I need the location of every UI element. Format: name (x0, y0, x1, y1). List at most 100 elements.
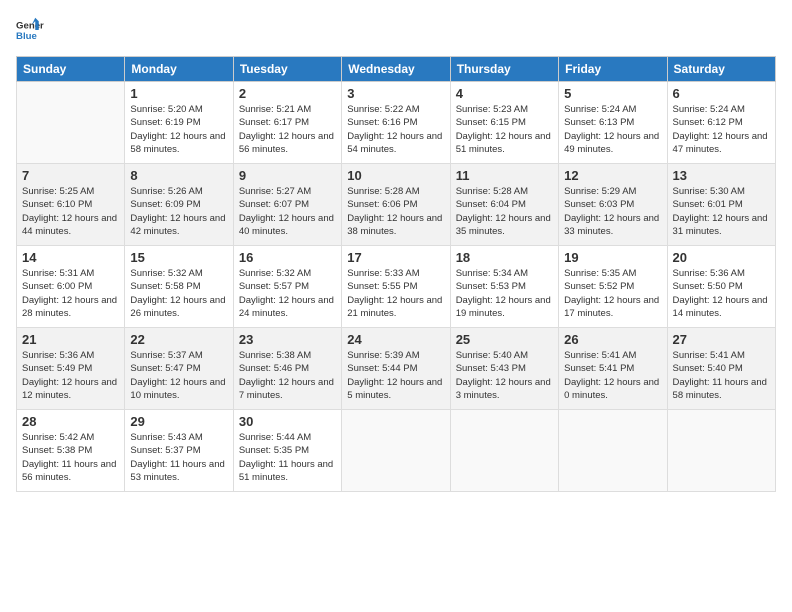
calendar-cell: 6Sunrise: 5:24 AMSunset: 6:12 PMDaylight… (667, 82, 775, 164)
day-info: Sunrise: 5:34 AMSunset: 5:53 PMDaylight:… (456, 267, 553, 320)
weekday-saturday: Saturday (667, 57, 775, 82)
calendar-cell: 9 Sunrise: 5:27 AMSunset: 6:07 PMDaylight… (233, 164, 341, 246)
calendar-cell (17, 82, 125, 164)
day-number: 25 (456, 332, 553, 347)
weekday-sunday: Sunday (17, 57, 125, 82)
day-info: Sunrise: 5:43 AMSunset: 5:37 PMDaylight:… (130, 431, 227, 484)
day-info: Sunrise: 5:36 AMSunset: 5:50 PMDaylight:… (673, 267, 770, 320)
calendar-week-row: 7 Sunrise: 5:25 AMSunset: 6:10 PMDaylight… (17, 164, 776, 246)
day-info: Sunrise: 5:24 AMSunset: 6:13 PMDaylight:… (564, 103, 661, 156)
calendar-cell: 10 Sunrise: 5:28 AMSunset: 6:06 PMDayligh… (342, 164, 450, 246)
svg-text:Blue: Blue (16, 31, 37, 42)
day-info: Sunrise: 5:27 AMSunset: 6:07 PMDaylight:… (239, 185, 336, 238)
day-info: Sunrise: 5:31 AMSunset: 6:00 PMDaylight:… (22, 267, 119, 320)
calendar-cell: 14 Sunrise: 5:31 AMSunset: 6:00 PMDayligh… (17, 246, 125, 328)
calendar-cell: 26 Sunrise: 5:41 AMSunset: 5:41 PMDayligh… (559, 328, 667, 410)
day-info: Sunrise: 5:20 AMSunset: 6:19 PMDaylight:… (130, 103, 227, 156)
day-info: Sunrise: 5:38 AMSunset: 5:46 PMDaylight:… (239, 349, 336, 402)
calendar-cell: 25 Sunrise: 5:40 AMSunset: 5:43 PMDayligh… (450, 328, 558, 410)
day-info: Sunrise: 5:30 AMSunset: 6:01 PMDaylight:… (673, 185, 770, 238)
day-number: 27 (673, 332, 770, 347)
day-number: 3 (347, 86, 444, 101)
calendar-cell (559, 410, 667, 492)
day-number: 12 (564, 168, 661, 183)
day-info: Sunrise: 5:41 AMSunset: 5:40 PMDaylight:… (673, 349, 770, 402)
calendar-cell (450, 410, 558, 492)
calendar-cell: 24 Sunrise: 5:39 AMSunset: 5:44 PMDayligh… (342, 328, 450, 410)
calendar-cell: 22 Sunrise: 5:37 AMSunset: 5:47 PMDayligh… (125, 328, 233, 410)
logo-icon: General Blue (16, 16, 44, 44)
calendar-cell: 16 Sunrise: 5:32 AMSunset: 5:57 PMDayligh… (233, 246, 341, 328)
weekday-wednesday: Wednesday (342, 57, 450, 82)
day-info: Sunrise: 5:33 AMSunset: 5:55 PMDaylight:… (347, 267, 444, 320)
day-info: Sunrise: 5:32 AMSunset: 5:58 PMDaylight:… (130, 267, 227, 320)
calendar-cell: 18Sunrise: 5:34 AMSunset: 5:53 PMDayligh… (450, 246, 558, 328)
day-info: Sunrise: 5:21 AMSunset: 6:17 PMDaylight:… (239, 103, 336, 156)
page: General Blue SundayMondayTuesdayWednesda… (0, 0, 792, 612)
day-info: Sunrise: 5:32 AMSunset: 5:57 PMDaylight:… (239, 267, 336, 320)
day-info: Sunrise: 5:28 AMSunset: 6:04 PMDaylight:… (456, 185, 553, 238)
calendar-cell: 20 Sunrise: 5:36 AMSunset: 5:50 PMDayligh… (667, 246, 775, 328)
day-number: 22 (130, 332, 227, 347)
weekday-tuesday: Tuesday (233, 57, 341, 82)
day-number: 9 (239, 168, 336, 183)
day-number: 11 (456, 168, 553, 183)
day-number: 10 (347, 168, 444, 183)
day-info: Sunrise: 5:29 AMSunset: 6:03 PMDaylight:… (564, 185, 661, 238)
calendar-cell: 5 Sunrise: 5:24 AMSunset: 6:13 PMDaylight… (559, 82, 667, 164)
day-info: Sunrise: 5:39 AMSunset: 5:44 PMDaylight:… (347, 349, 444, 402)
day-number: 13 (673, 168, 770, 183)
calendar-cell: 8Sunrise: 5:26 AMSunset: 6:09 PMDaylight… (125, 164, 233, 246)
calendar-cell: 2 Sunrise: 5:21 AMSunset: 6:17 PMDaylight… (233, 82, 341, 164)
day-number: 7 (22, 168, 119, 183)
day-number: 30 (239, 414, 336, 429)
day-number: 5 (564, 86, 661, 101)
calendar-cell: 7 Sunrise: 5:25 AMSunset: 6:10 PMDaylight… (17, 164, 125, 246)
day-number: 6 (673, 86, 770, 101)
day-info: Sunrise: 5:40 AMSunset: 5:43 PMDaylight:… (456, 349, 553, 402)
day-info: Sunrise: 5:25 AMSunset: 6:10 PMDaylight:… (22, 185, 119, 238)
calendar-cell: 27 Sunrise: 5:41 AMSunset: 5:40 PMDayligh… (667, 328, 775, 410)
weekday-friday: Friday (559, 57, 667, 82)
weekday-thursday: Thursday (450, 57, 558, 82)
day-number: 14 (22, 250, 119, 265)
calendar-cell: 28 Sunrise: 5:42 AMSunset: 5:38 PMDayligh… (17, 410, 125, 492)
calendar-cell: 30 Sunrise: 5:44 AMSunset: 5:35 PMDayligh… (233, 410, 341, 492)
day-number: 15 (130, 250, 227, 265)
day-number: 1 (130, 86, 227, 101)
calendar-cell: 21Sunrise: 5:36 AMSunset: 5:49 PMDayligh… (17, 328, 125, 410)
day-number: 29 (130, 414, 227, 429)
day-number: 17 (347, 250, 444, 265)
day-number: 26 (564, 332, 661, 347)
day-number: 24 (347, 332, 444, 347)
calendar-cell: 13 Sunrise: 5:30 AMSunset: 6:01 PMDayligh… (667, 164, 775, 246)
calendar-cell: 17 Sunrise: 5:33 AMSunset: 5:55 PMDayligh… (342, 246, 450, 328)
day-number: 16 (239, 250, 336, 265)
weekday-monday: Monday (125, 57, 233, 82)
calendar-cell (667, 410, 775, 492)
day-info: Sunrise: 5:41 AMSunset: 5:41 PMDaylight:… (564, 349, 661, 402)
header: General Blue (16, 16, 776, 44)
day-number: 2 (239, 86, 336, 101)
svg-text:General: General (16, 20, 44, 31)
calendar-cell: 11 Sunrise: 5:28 AMSunset: 6:04 PMDayligh… (450, 164, 558, 246)
calendar-cell: 4Sunrise: 5:23 AMSunset: 6:15 PMDaylight… (450, 82, 558, 164)
day-info: Sunrise: 5:26 AMSunset: 6:09 PMDaylight:… (130, 185, 227, 238)
day-number: 20 (673, 250, 770, 265)
day-number: 4 (456, 86, 553, 101)
day-number: 23 (239, 332, 336, 347)
calendar-week-row: 14 Sunrise: 5:31 AMSunset: 6:00 PMDayligh… (17, 246, 776, 328)
day-info: Sunrise: 5:35 AMSunset: 5:52 PMDaylight:… (564, 267, 661, 320)
calendar-cell: 15 Sunrise: 5:32 AMSunset: 5:58 PMDayligh… (125, 246, 233, 328)
day-info: Sunrise: 5:22 AMSunset: 6:16 PMDaylight:… (347, 103, 444, 156)
day-info: Sunrise: 5:42 AMSunset: 5:38 PMDaylight:… (22, 431, 119, 484)
day-info: Sunrise: 5:28 AMSunset: 6:06 PMDaylight:… (347, 185, 444, 238)
calendar-cell: 19 Sunrise: 5:35 AMSunset: 5:52 PMDayligh… (559, 246, 667, 328)
calendar-week-row: 1 Sunrise: 5:20 AMSunset: 6:19 PMDaylight… (17, 82, 776, 164)
day-info: Sunrise: 5:37 AMSunset: 5:47 PMDaylight:… (130, 349, 227, 402)
day-number: 19 (564, 250, 661, 265)
day-number: 28 (22, 414, 119, 429)
calendar-cell: 1 Sunrise: 5:20 AMSunset: 6:19 PMDaylight… (125, 82, 233, 164)
day-number: 21 (22, 332, 119, 347)
day-info: Sunrise: 5:44 AMSunset: 5:35 PMDaylight:… (239, 431, 336, 484)
